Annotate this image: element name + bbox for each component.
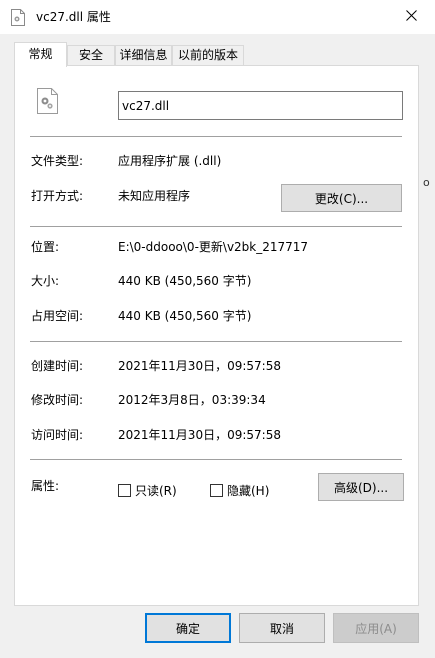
window-title: vc27.dll 属性 [36,10,111,24]
background-text-fragment: o [423,176,430,189]
size-label: 大小: [31,274,60,288]
readonly-checkbox-label[interactable]: 只读(R) [135,482,177,499]
tab-details[interactable]: 详细信息 [115,45,172,66]
accessed-value: 2021年11月30日，09:57:58 [118,428,281,442]
tab-previous-versions[interactable]: 以前的版本 [172,45,244,66]
tab-security[interactable]: 安全 [67,45,115,66]
readonly-checkbox-box[interactable] [118,484,131,497]
modified-value: 2012年3月8日，03:39:34 [118,393,266,407]
cancel-button[interactable]: 取消 [239,613,325,643]
location-label: 位置: [31,240,60,254]
file-type-value: 应用程序扩展 (.dll) [118,154,222,168]
readonly-checkbox[interactable]: 只读(R) [118,482,177,499]
separator [30,341,402,342]
size-on-disk-value: 440 KB (450,560 字节) [118,309,252,323]
ok-button[interactable]: 确定 [145,613,231,643]
file-icon [11,9,25,26]
hidden-checkbox[interactable]: 隐藏(H) [210,482,269,499]
close-icon [405,10,417,24]
change-button[interactable]: 更改(C)... [281,184,402,212]
advanced-button[interactable]: 高级(D)... [318,473,404,501]
size-on-disk-label: 占用空间: [31,309,84,323]
separator [30,226,402,227]
separator [30,459,402,460]
location-value: E:\0-ddooo\0-更新\v2bk_217717 [118,240,309,254]
dll-file-icon [37,88,58,114]
created-value: 2021年11月30日，09:57:58 [118,359,281,373]
separator [30,136,402,137]
tab-general[interactable]: 常规 [14,42,67,67]
created-label: 创建时间: [31,359,84,373]
attributes-label: 属性: [31,479,60,493]
hidden-checkbox-label[interactable]: 隐藏(H) [227,482,269,499]
accessed-label: 访问时间: [31,428,84,442]
close-button[interactable] [393,3,429,31]
general-panel: 文件类型: 应用程序扩展 (.dll) 打开方式: 未知应用程序 更改(C)..… [14,65,419,606]
modified-label: 修改时间: [31,393,84,407]
title-bar: vc27.dll 属性 [0,0,435,34]
apply-button: 应用(A) [333,613,419,643]
hidden-checkbox-box[interactable] [210,484,223,497]
opens-with-label: 打开方式: [31,189,84,203]
opens-with-value: 未知应用程序 [118,189,191,203]
file-type-label: 文件类型: [31,154,84,168]
size-value: 440 KB (450,560 字节) [118,274,252,288]
file-name-input[interactable] [118,91,403,120]
